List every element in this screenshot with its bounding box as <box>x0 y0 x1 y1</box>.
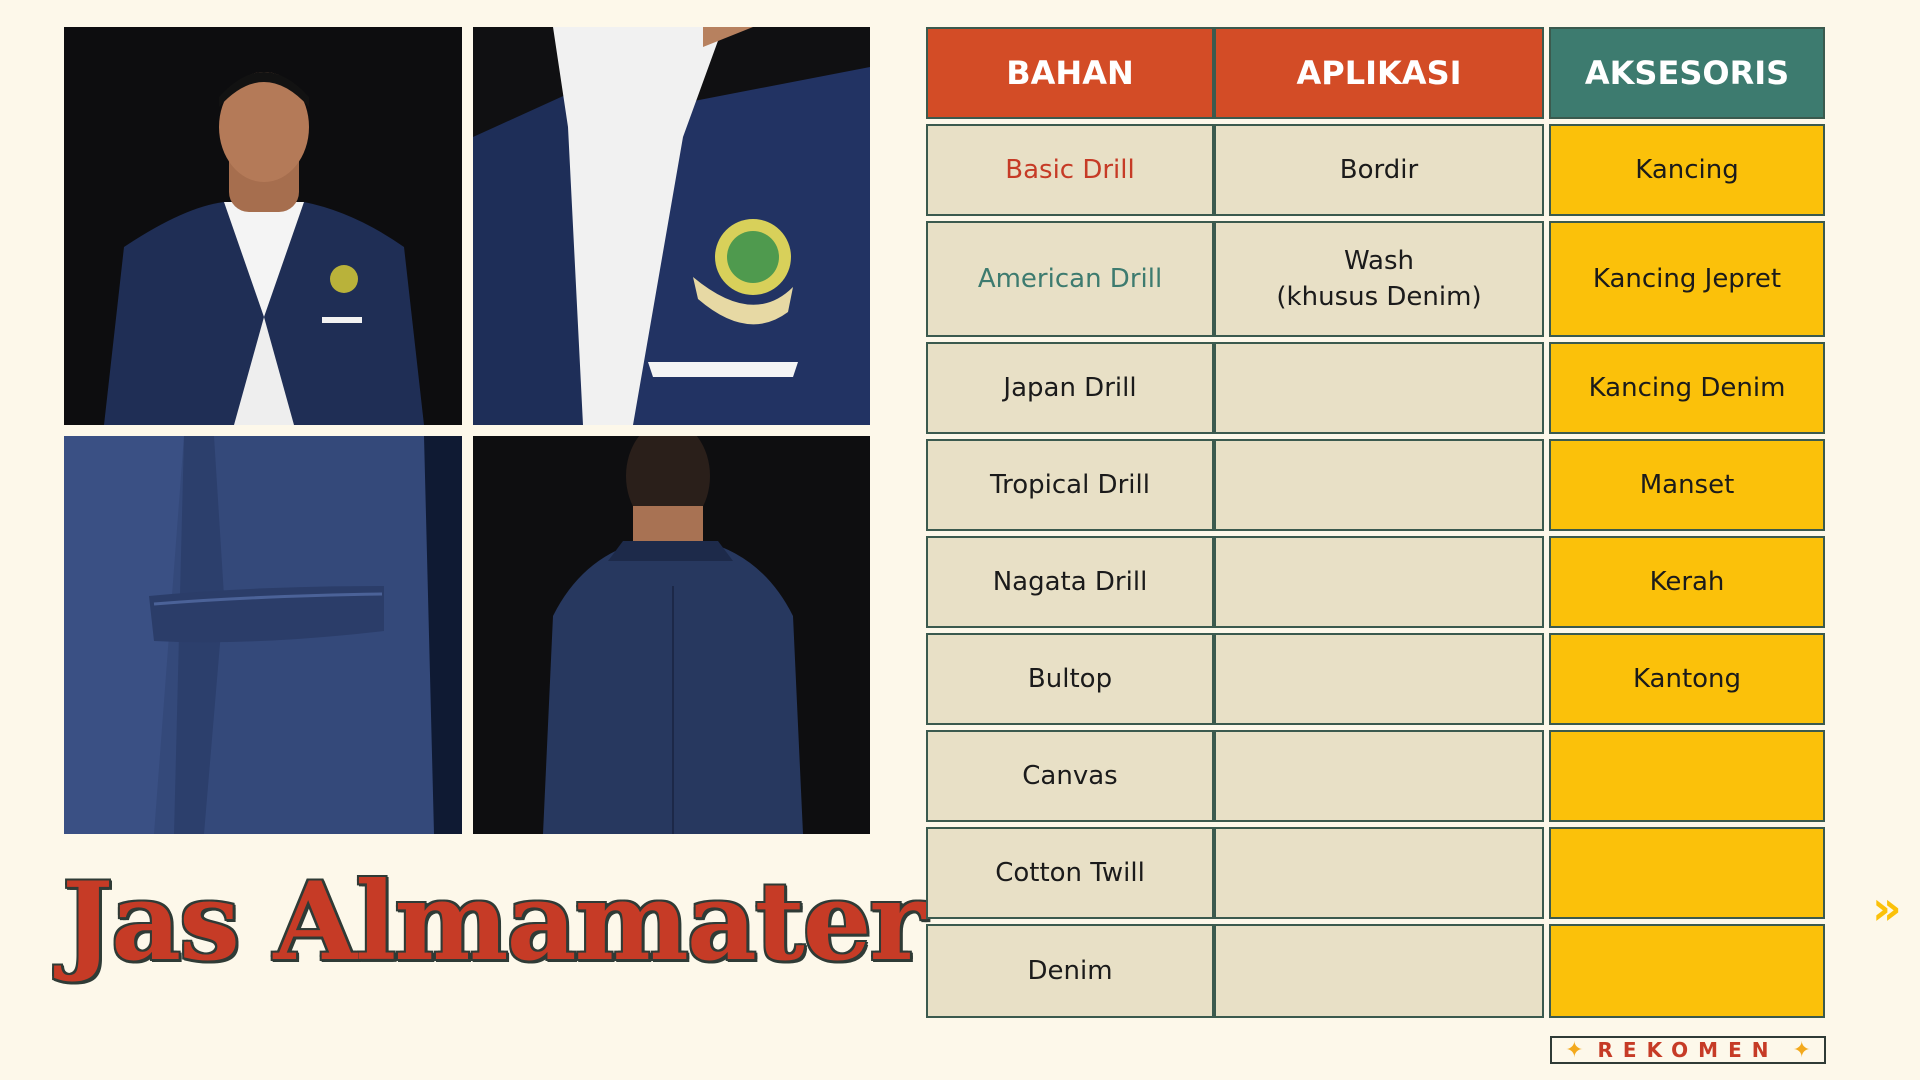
header-aplikasi: APLIKASI <box>1214 27 1544 119</box>
cell-bahan: Bultop <box>926 633 1214 725</box>
cell-bahan: Nagata Drill <box>926 536 1214 628</box>
cell-aplikasi <box>1214 730 1544 822</box>
star-icon: ✦ <box>1565 1037 1584 1063</box>
cell-aksesoris <box>1549 827 1825 919</box>
rekomen-badge: ✦ REKOMEN ✦ <box>1550 1036 1826 1064</box>
photo-emblem-closeup <box>473 27 870 425</box>
cell-aplikasi: Bordir <box>1214 124 1544 216</box>
cell-bahan: Japan Drill <box>926 342 1214 434</box>
cell-aplikasi <box>1214 439 1544 531</box>
cell-aplikasi <box>1214 924 1544 1018</box>
cell-aksesoris: Kancing <box>1549 124 1825 216</box>
rekomen-label: REKOMEN <box>1597 1038 1779 1062</box>
cell-aksesoris <box>1549 924 1825 1018</box>
double-chevron-right-icon[interactable]: » <box>1872 885 1902 931</box>
cell-aksesoris <box>1549 730 1825 822</box>
cell-bahan: American Drill <box>926 221 1214 337</box>
cell-aksesoris: Kancing Denim <box>1549 342 1825 434</box>
cell-bahan: Basic Drill <box>926 124 1214 216</box>
cell-aksesoris: Kerah <box>1549 536 1825 628</box>
header-aksesoris: AKSESORIS <box>1549 27 1825 119</box>
photo-front-portrait <box>64 27 462 425</box>
page-title: Jas Almamater <box>62 859 926 985</box>
cell-bahan: Canvas <box>926 730 1214 822</box>
cell-aplikasi <box>1214 633 1544 725</box>
cell-bahan: Denim <box>926 924 1214 1018</box>
cell-aplikasi <box>1214 536 1544 628</box>
header-bahan: BAHAN <box>926 27 1214 119</box>
cell-bahan: Tropical Drill <box>926 439 1214 531</box>
cell-aksesoris: Kancing Jepret <box>1549 221 1825 337</box>
star-icon: ✦ <box>1792 1037 1811 1063</box>
cell-bahan: Cotton Twill <box>926 827 1214 919</box>
cell-aksesoris: Kantong <box>1549 633 1825 725</box>
cell-aplikasi: Wash (khusus Denim) <box>1214 221 1544 337</box>
photo-back-view <box>473 436 870 834</box>
photo-pocket-detail <box>64 436 462 834</box>
cell-aksesoris: Manset <box>1549 439 1825 531</box>
cell-aplikasi <box>1214 827 1544 919</box>
cell-aplikasi <box>1214 342 1544 434</box>
